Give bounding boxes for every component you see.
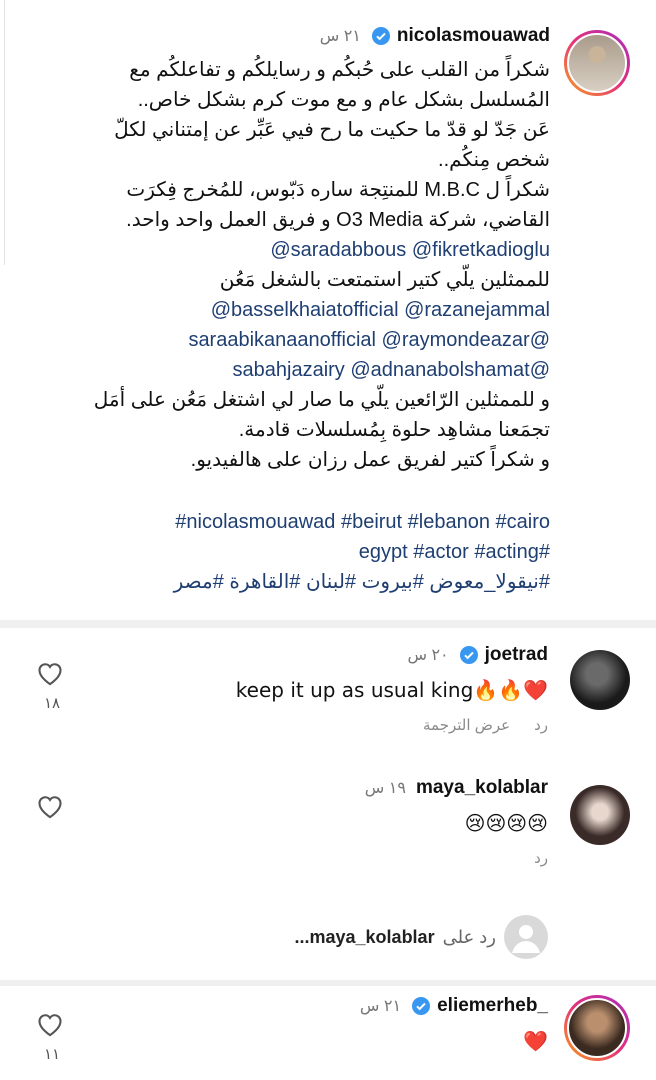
commenter-avatar[interactable]: [570, 650, 630, 710]
comment-header: ٢٠ س joetrad: [407, 644, 548, 666]
section-divider: [0, 620, 656, 628]
comment-text: 😢😢😢😢: [464, 811, 548, 835]
comment-username[interactable]: joetrad: [485, 644, 548, 666]
mentions-line[interactable]: saradabbous @fikretkadioglu@: [70, 235, 550, 265]
caption-header: ٢١ س nicolasmouawad: [320, 25, 550, 47]
comment-item: ١٩ س maya_kolablar 😢😢😢😢 رد: [0, 775, 656, 885]
caption-username[interactable]: nicolasmouawad: [397, 25, 550, 47]
caption-line: شكراً ل M.B.C للمنتِجة ساره دَبّوس، للمُ…: [126, 179, 550, 201]
like-count: ١١: [43, 1046, 61, 1063]
section-divider: [0, 980, 656, 986]
see-translation-button[interactable]: عرض الترجمة: [423, 716, 510, 734]
comment-time: ٢٠ س: [407, 647, 449, 664]
commenter-avatar-image: [567, 998, 627, 1058]
like-heart-icon[interactable]: [36, 1011, 64, 1037]
author-avatar[interactable]: [564, 30, 630, 96]
caption-text: شكراً من القلب على حُبكُم و رسايلكُم و ت…: [70, 55, 550, 597]
comment-item: ٢١ س eliemerheb_ ❤️ ١١: [0, 995, 656, 1080]
like-count: ١٨: [43, 695, 61, 712]
caption-line: للممثلين يلّي كتير استمتعت بالشغل مَعُن: [219, 269, 550, 291]
mentions-line[interactable]: @sabahjazairy @adnanabolshamat: [70, 355, 550, 385]
comment-header: ١٩ س maya_kolablar: [365, 777, 548, 799]
mentions-line[interactable]: basselkhaiatofficial @razanejammal@: [70, 295, 550, 325]
own-avatar-icon: [504, 915, 548, 959]
verified-badge-icon: [371, 27, 390, 45]
comment-username[interactable]: eliemerheb_: [437, 995, 548, 1017]
comment-text: ❤️: [523, 1029, 548, 1053]
reply-button[interactable]: رد: [534, 849, 548, 867]
author-avatar-image: [567, 33, 627, 93]
caption-line: عَن جَدّ لو قدّ ما حكيت ما رح فيي عَبِّر…: [114, 119, 550, 141]
caption-line: و للممثلين الرّائعين يلّي ما صار لي اشتغ…: [93, 389, 550, 411]
caption-line: تجمَعنا مشاهِد حلوة بِمُسلسلات قادمة.: [238, 419, 550, 441]
caption-time: ٢١ س: [319, 28, 361, 45]
comment-actions: رد عرض الترجمة: [423, 716, 548, 734]
caption-line: شكراً من القلب على حُبكُم و رسايلكُم و ت…: [129, 59, 550, 81]
like-heart-icon[interactable]: [36, 793, 64, 819]
caption-line: شخص مِنكُم..: [438, 149, 550, 171]
comment-text: keep it up as usual king🔥🔥❤️: [235, 678, 548, 702]
comment-actions: رد: [534, 849, 548, 867]
reply-composer[interactable]: رد على maya_kolablar...: [294, 915, 548, 959]
mentions-line[interactable]: @saraabikanaanofficial @raymondeazar: [70, 325, 550, 355]
commenter-avatar[interactable]: [570, 785, 630, 845]
hashtags-line[interactable]: nicolasmouawad #beirut #lebanon #cairo#: [70, 507, 550, 537]
reply-target-username: maya_kolablar...: [294, 926, 435, 947]
verified-badge-icon: [459, 646, 478, 664]
caption-line: القاضي، شركة O3 Media و فريق العمل واحد …: [126, 209, 550, 231]
post-caption: ٢١ س nicolasmouawad شكراً من القلب على ح…: [0, 20, 656, 615]
caption-line: المُسلسل بشكل عام و مع موت كرم بشكل خاص.…: [137, 89, 550, 111]
comment-username[interactable]: maya_kolablar: [416, 777, 548, 799]
comment-item: ٢٠ س joetrad keep it up as usual king🔥🔥❤…: [0, 640, 656, 740]
comment-time: ٢١ س: [359, 998, 402, 1015]
reply-button[interactable]: رد: [534, 716, 548, 734]
hashtags-line[interactable]: #نيقولا_معوض #بيروت #لبنان #القاهرة #مصر: [70, 567, 550, 597]
comment-time: ١٩ س: [364, 780, 406, 797]
commenter-avatar[interactable]: [564, 995, 630, 1061]
verified-badge-icon: [412, 997, 431, 1015]
caption-line: و شكراً كتير لفريق عمل رزان على هالفيديو…: [190, 449, 550, 471]
hashtags-line[interactable]: #egypt #actor #acting: [70, 537, 550, 567]
comment-header: ٢١ س eliemerheb_: [360, 995, 548, 1017]
reply-prefix: رد على: [442, 926, 496, 947]
like-heart-icon[interactable]: [36, 660, 64, 686]
